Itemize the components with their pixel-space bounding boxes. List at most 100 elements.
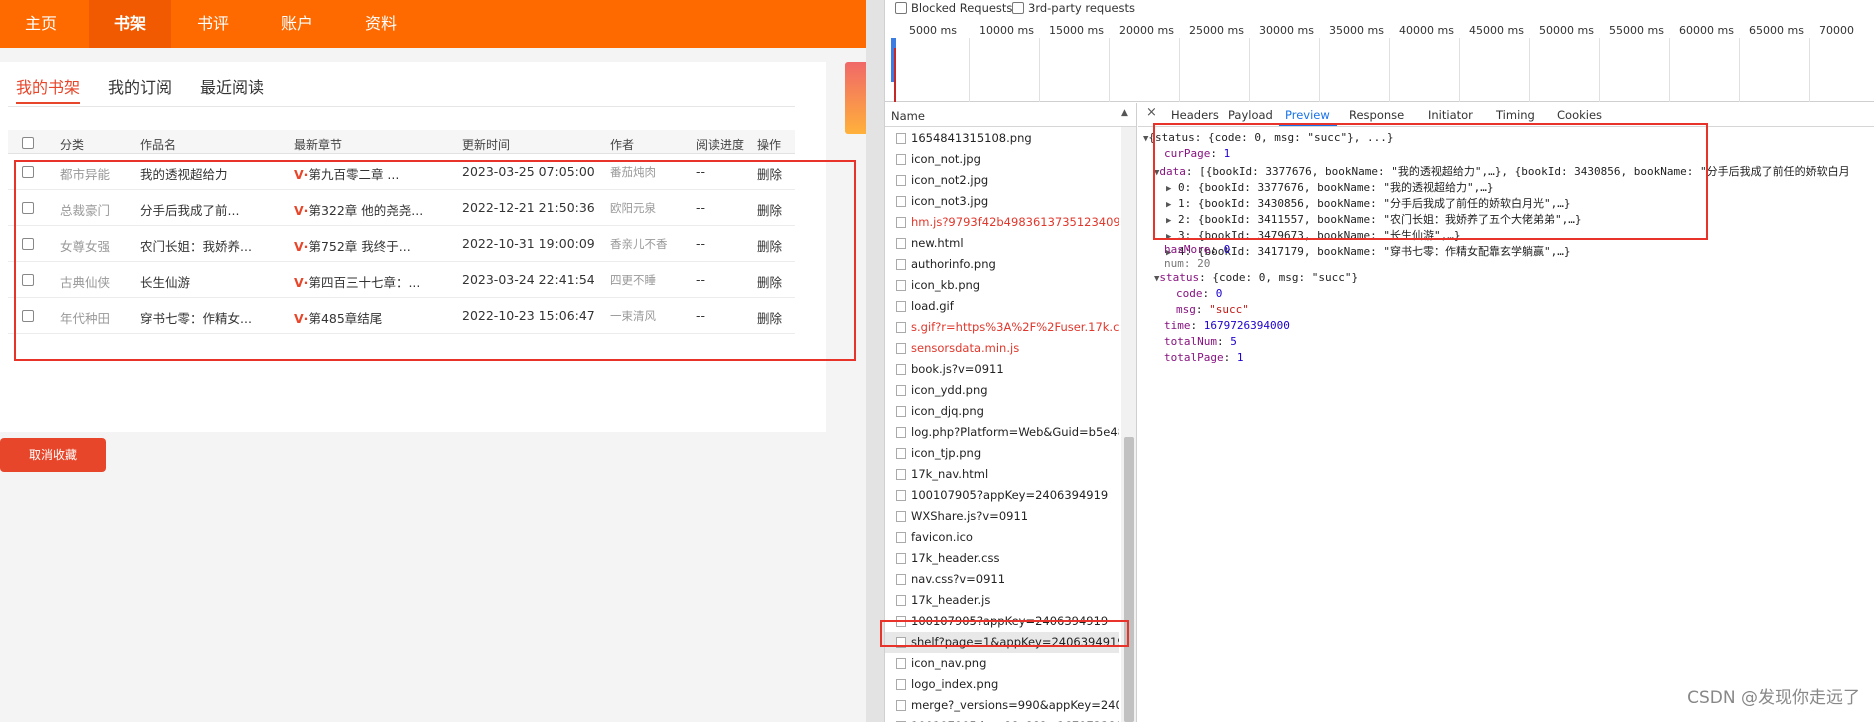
request-row[interactable]: icon_not2.jpg (885, 170, 1119, 191)
timeline-tick-label: 40000 ms (1399, 24, 1454, 37)
request-row[interactable]: icon_tjp.png (885, 443, 1119, 464)
preview-hasmore-line: hasMore: 0 (1164, 243, 1231, 256)
tab-response[interactable]: Response (1349, 108, 1404, 122)
tab-cookies[interactable]: Cookies (1557, 108, 1602, 122)
request-row[interactable]: logo_index.png (885, 674, 1119, 695)
tab-my-subscriptions[interactable]: 我的订阅 (108, 74, 172, 98)
request-row[interactable]: icon_not.jpg (885, 149, 1119, 170)
file-icon (896, 175, 906, 186)
nav-bookshelf[interactable]: 书架 (89, 0, 171, 48)
request-row[interactable]: nav.css?v=0911 (885, 569, 1119, 590)
request-row[interactable]: 17k_nav.html (885, 464, 1119, 485)
request-name: 17k_header.js (911, 593, 991, 607)
tab-my-shelf[interactable]: 我的书架 (16, 74, 80, 98)
timeline-gridline (1599, 38, 1600, 102)
tab-timing[interactable]: Timing (1496, 108, 1535, 122)
timeline-tick-label: 15000 ms (1049, 24, 1104, 37)
close-icon[interactable]: × (1146, 105, 1157, 120)
file-icon (896, 154, 906, 165)
timeline-gridline (1319, 38, 1320, 102)
file-icon (896, 343, 906, 354)
file-icon (896, 301, 906, 312)
request-row[interactable]: 17k_header.css (885, 548, 1119, 569)
timeline-tick-label: 35000 ms (1329, 24, 1384, 37)
request-row[interactable]: WXShare.js?v=0911 (885, 506, 1119, 527)
request-row[interactable]: icon_kb.png (885, 275, 1119, 296)
request-name: 1654841315108.png (911, 131, 1032, 145)
file-icon (896, 217, 906, 228)
cancel-favorite-button[interactable]: 取消收藏 (0, 438, 106, 472)
request-name: book.js?v=0911 (911, 362, 1004, 376)
request-row[interactable]: favicon.ico (885, 527, 1119, 548)
file-icon (896, 700, 906, 711)
request-name: 17k_nav.html (911, 467, 989, 481)
name-column-header[interactable]: Name ▲ (885, 103, 1136, 127)
header-author: 作者 (610, 138, 635, 152)
request-name: new.html (911, 236, 964, 250)
timeline-tick-label: 20000 ms (1119, 24, 1174, 37)
page-scroll-gutter (866, 0, 884, 722)
request-name: sensorsdata.min.js (911, 341, 1020, 355)
request-row[interactable]: icon_nav.png (885, 653, 1119, 674)
timeline-tick-label: 60000 ms (1679, 24, 1734, 37)
header-title: 作品名 (140, 138, 177, 152)
request-name: favicon.ico (911, 530, 973, 544)
timeline-gridline (1039, 38, 1040, 102)
timeline-gridline (1109, 38, 1110, 102)
request-name: icon_ydd.png (911, 383, 988, 397)
scrollbar-thumb[interactable] (1124, 437, 1134, 722)
request-row[interactable]: s.gif?r=https%3A%2F%2Fuser.17k.com... (885, 317, 1119, 338)
nav-home[interactable]: 主页 (0, 0, 82, 48)
request-row[interactable]: hm.js?9793f42b498361373512340937d... (885, 212, 1119, 233)
file-icon (896, 511, 906, 522)
timeline-gridline (1739, 38, 1740, 102)
request-row[interactable]: 100107905.jpg_88x88?...167972389000... (885, 716, 1119, 722)
request-name: s.gif?r=https%3A%2F%2Fuser.17k.com... (911, 320, 1119, 334)
third-party-checkbox[interactable] (1012, 2, 1024, 14)
header-category: 分类 (60, 138, 85, 152)
blocked-requests-checkbox[interactable] (895, 2, 907, 14)
request-row[interactable]: icon_ydd.png (885, 380, 1119, 401)
request-name: 17k_header.css (911, 551, 1000, 565)
tab-preview[interactable]: Preview (1285, 108, 1330, 122)
preview-status-line[interactable]: ▼status: {code: 0, msg: "succ"} (1154, 271, 1358, 284)
preview-code-line: code: 0 (1176, 287, 1223, 300)
request-row[interactable]: merge?_versions=990&appKey=24063... (885, 695, 1119, 716)
request-row[interactable]: icon_djq.png (885, 401, 1119, 422)
nav-reviews[interactable]: 书评 (172, 0, 254, 48)
timeline-tick-label: 65000 ms (1749, 24, 1804, 37)
tab-headers[interactable]: Headers (1171, 108, 1219, 122)
request-row[interactable]: new.html (885, 233, 1119, 254)
active-tab-underline (16, 102, 80, 104)
file-icon (896, 259, 906, 270)
network-timeline[interactable]: 5000 ms 10000 ms 15000 ms 20000 ms 25000 ms 3… (885, 18, 1874, 102)
timeline-gridline (1249, 38, 1250, 102)
timeline-tick-label: 5000 ms (909, 24, 957, 37)
request-name: icon_nav.png (911, 656, 987, 670)
timeline-gridline (1389, 38, 1390, 102)
select-all-checkbox[interactable] (22, 137, 34, 149)
file-icon (896, 238, 906, 249)
request-row[interactable]: load.gif (885, 296, 1119, 317)
tab-recent-reading[interactable]: 最近阅读 (200, 74, 264, 98)
file-icon (896, 133, 906, 144)
watermark: CSDN @发现你走远了 (1687, 688, 1860, 708)
file-icon (896, 280, 906, 291)
bookshelf-page: 主页 书架 书评 账户 资料 我的书架 我的订阅 最近阅读 分类 作品名 最新章… (0, 0, 866, 722)
timeline-gridline (1809, 38, 1810, 102)
timeline-tick-label: 25000 ms (1189, 24, 1244, 37)
tab-payload[interactable]: Payload (1228, 108, 1273, 122)
request-row[interactable]: 100107905?appKey=2406394919 (885, 485, 1119, 506)
request-row[interactable]: 17k_header.js (885, 590, 1119, 611)
request-row[interactable]: book.js?v=0911 (885, 359, 1119, 380)
nav-account[interactable]: 账户 (256, 0, 338, 48)
request-row[interactable]: log.php?Platform=Web&Guid=b5e485e... (885, 422, 1119, 443)
request-row[interactable]: authorinfo.png (885, 254, 1119, 275)
nav-profile[interactable]: 资料 (340, 0, 422, 48)
timeline-gridline (1669, 38, 1670, 102)
highlight-box-shelf-request (880, 620, 1129, 647)
tab-initiator[interactable]: Initiator (1428, 108, 1473, 122)
request-row[interactable]: 1654841315108.png (885, 128, 1119, 149)
request-row[interactable]: sensorsdata.min.js (885, 338, 1119, 359)
request-row[interactable]: icon_not3.jpg (885, 191, 1119, 212)
